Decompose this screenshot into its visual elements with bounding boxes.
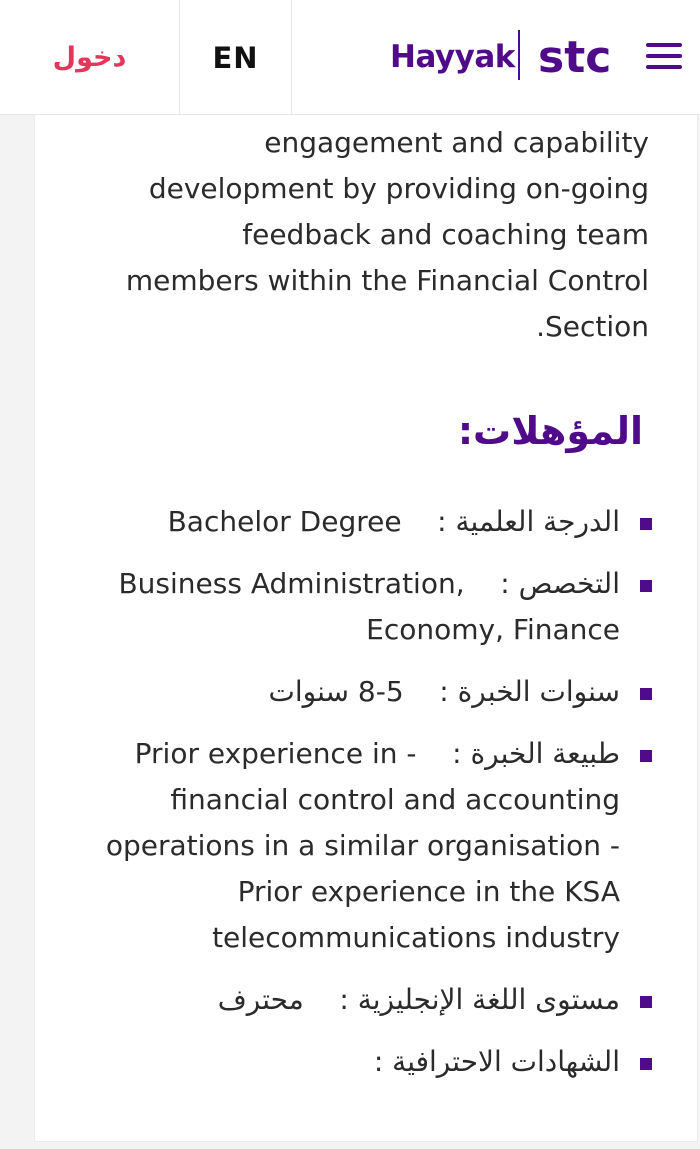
intro-line: development by providing on-going	[148, 172, 649, 205]
stc-logo[interactable]: stc	[538, 34, 622, 80]
qualification-label: مستوى اللغة الإنجليزية :	[339, 983, 620, 1016]
intro-line: members within the Financial Control	[125, 264, 649, 297]
qualifications-list: الدرجة العلمية : Bachelor Degree التخصص …	[75, 499, 655, 1101]
qualification-label: سنوات الخبرة :	[439, 675, 620, 708]
square-bullet-icon	[640, 580, 652, 592]
language-toggle[interactable]: EN	[180, 0, 292, 115]
square-bullet-icon	[640, 750, 652, 762]
intro-line: feedback and coaching team	[242, 218, 649, 251]
qualifications-heading: المؤهلات:	[457, 409, 643, 453]
qualification-item-degree: الدرجة العلمية : Bachelor Degree	[75, 499, 655, 545]
hayyak-logo[interactable]: Hayyak	[390, 34, 515, 80]
qualification-item-years: سنوات الخبرة : 5-8 سنوات	[75, 669, 655, 715]
qualification-value: 5-8 سنوات	[268, 675, 404, 708]
qualification-label: الشهادات الاحترافية :	[373, 1045, 620, 1078]
brand-divider	[518, 30, 520, 80]
qualification-value: Bachelor Degree	[167, 505, 402, 538]
square-bullet-icon	[640, 996, 652, 1008]
square-bullet-icon	[640, 518, 652, 530]
qualification-item-major: التخصص : Business Administration, Econom…	[75, 561, 655, 653]
qualification-label: الدرجة العلمية :	[437, 505, 620, 538]
qualification-value: محترف	[217, 983, 304, 1016]
job-description-text: engagement and capability development by…	[83, 120, 649, 350]
qualification-item-english-level: مستوى اللغة الإنجليزية : محترف	[75, 977, 655, 1023]
hamburger-menu-icon[interactable]	[644, 40, 684, 72]
qualification-label: طبيعة الخبرة :	[452, 737, 620, 770]
square-bullet-icon	[640, 688, 652, 700]
qualification-item-experience-type: طبيعة الخبرة : - Prior experience in fin…	[75, 731, 655, 961]
svg-text:stc: stc	[538, 34, 611, 80]
top-header: دخول EN Hayyak stc	[0, 0, 700, 115]
square-bullet-icon	[640, 1058, 652, 1070]
job-details-card: engagement and capability development by…	[34, 115, 698, 1142]
intro-line: engagement and capability	[264, 126, 649, 159]
qualification-label: التخصص :	[500, 567, 620, 600]
qualification-item-certificates: الشهادات الاحترافية :	[75, 1039, 655, 1085]
login-link[interactable]: دخول	[0, 0, 180, 115]
intro-line: Section.	[536, 310, 649, 343]
